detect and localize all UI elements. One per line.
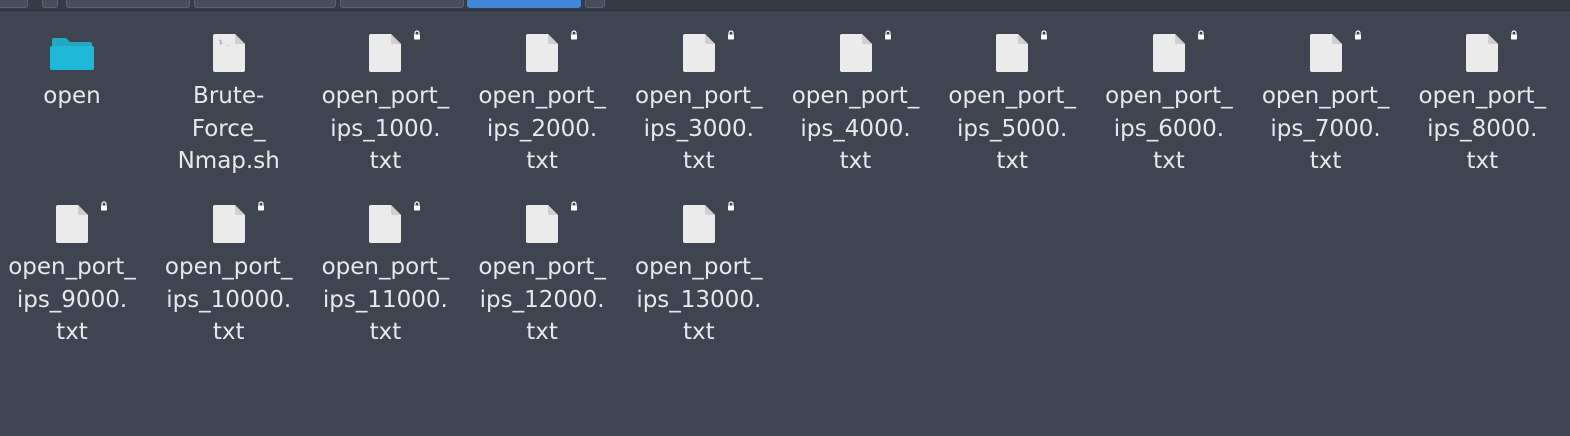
text-file-icon xyxy=(205,199,253,247)
file-item[interactable]: open_port_ ips_2000. txt xyxy=(467,28,617,193)
file-item[interactable]: open_port_ ips_11000. txt xyxy=(310,199,460,364)
lock-icon xyxy=(726,196,736,211)
text-file-icon xyxy=(518,28,566,76)
lock-icon xyxy=(1509,25,1519,40)
file-item[interactable]: open_port_ ips_8000. txt xyxy=(1407,28,1557,193)
file-item[interactable]: open_port_ ips_4000. txt xyxy=(781,28,931,193)
folder-item[interactable]: open xyxy=(0,28,147,193)
lock-icon xyxy=(1196,25,1206,40)
file-item[interactable]: open_port_ ips_5000. txt xyxy=(937,28,1087,193)
text-file-icon xyxy=(361,28,409,76)
file-item[interactable]: open_port_ ips_10000. txt xyxy=(154,199,304,364)
file-name-label: open xyxy=(43,83,101,109)
file-name-label: open_port_ ips_5000. txt xyxy=(948,83,1076,174)
text-file-icon xyxy=(361,199,409,247)
file-item[interactable]: open_port_ ips_13000. txt xyxy=(624,199,774,364)
lock-icon xyxy=(569,25,579,40)
lock-icon xyxy=(99,196,109,211)
shell-script-icon: $ _ xyxy=(205,28,253,76)
file-item[interactable]: open_port_ ips_6000. txt xyxy=(1094,28,1244,193)
file-name-label: open_port_ ips_6000. txt xyxy=(1105,83,1233,174)
file-item[interactable]: open_port_ ips_12000. txt xyxy=(467,199,617,364)
file-item[interactable]: open_port_ ips_7000. txt xyxy=(1251,28,1401,193)
lock-icon xyxy=(412,25,422,40)
file-name-label: open_port_ ips_2000. txt xyxy=(478,83,606,174)
file-item[interactable]: open_port_ ips_9000. txt xyxy=(0,199,147,364)
path-segment[interactable] xyxy=(66,0,190,8)
path-segment[interactable] xyxy=(340,0,464,8)
text-file-icon xyxy=(48,199,96,247)
text-file-icon xyxy=(1302,28,1350,76)
text-file-icon xyxy=(988,28,1036,76)
file-name-label: open_port_ ips_12000. txt xyxy=(478,254,606,345)
path-segment[interactable] xyxy=(42,0,58,8)
file-item[interactable]: open_port_ ips_3000. txt xyxy=(624,28,774,193)
text-file-icon xyxy=(675,28,723,76)
lock-icon xyxy=(412,196,422,211)
lock-icon xyxy=(1353,25,1363,40)
lock-icon xyxy=(883,25,893,40)
path-segment-current[interactable] xyxy=(467,0,581,8)
path-segment[interactable] xyxy=(585,0,605,8)
path-segment[interactable] xyxy=(194,0,336,8)
text-file-icon xyxy=(1458,28,1506,76)
file-name-label: open_port_ ips_8000. txt xyxy=(1418,83,1547,174)
path-bar xyxy=(0,0,1570,11)
file-name-label: open_port_ ips_7000. txt xyxy=(1261,83,1390,174)
lock-icon xyxy=(256,196,266,211)
file-name-label: open_port_ ips_4000. txt xyxy=(791,83,920,174)
text-file-icon xyxy=(1145,28,1193,76)
file-name-label: Brute- Force_ Nmap.sh xyxy=(177,83,280,174)
svg-text:$ _: $ _ xyxy=(219,39,230,46)
file-name-label: open_port_ ips_3000. txt xyxy=(635,83,763,174)
text-file-icon xyxy=(675,199,723,247)
file-item[interactable]: $ _ Brute- Force_ Nmap.sh xyxy=(154,28,304,193)
file-name-label: open_port_ ips_10000. txt xyxy=(164,254,293,345)
file-name-label: open_port_ ips_1000. txt xyxy=(321,83,450,174)
lock-icon xyxy=(569,196,579,211)
file-name-label: open_port_ ips_9000. txt xyxy=(8,254,136,345)
text-file-icon xyxy=(832,28,880,76)
text-file-icon xyxy=(518,199,566,247)
file-name-label: open_port_ ips_13000. txt xyxy=(635,254,763,345)
file-name-label: open_port_ ips_11000. txt xyxy=(321,254,450,345)
folder-icon xyxy=(48,28,96,76)
path-segment[interactable] xyxy=(0,0,28,8)
lock-icon xyxy=(1039,25,1049,40)
lock-icon xyxy=(726,25,736,40)
file-item[interactable]: open_port_ ips_1000. txt xyxy=(310,28,460,193)
